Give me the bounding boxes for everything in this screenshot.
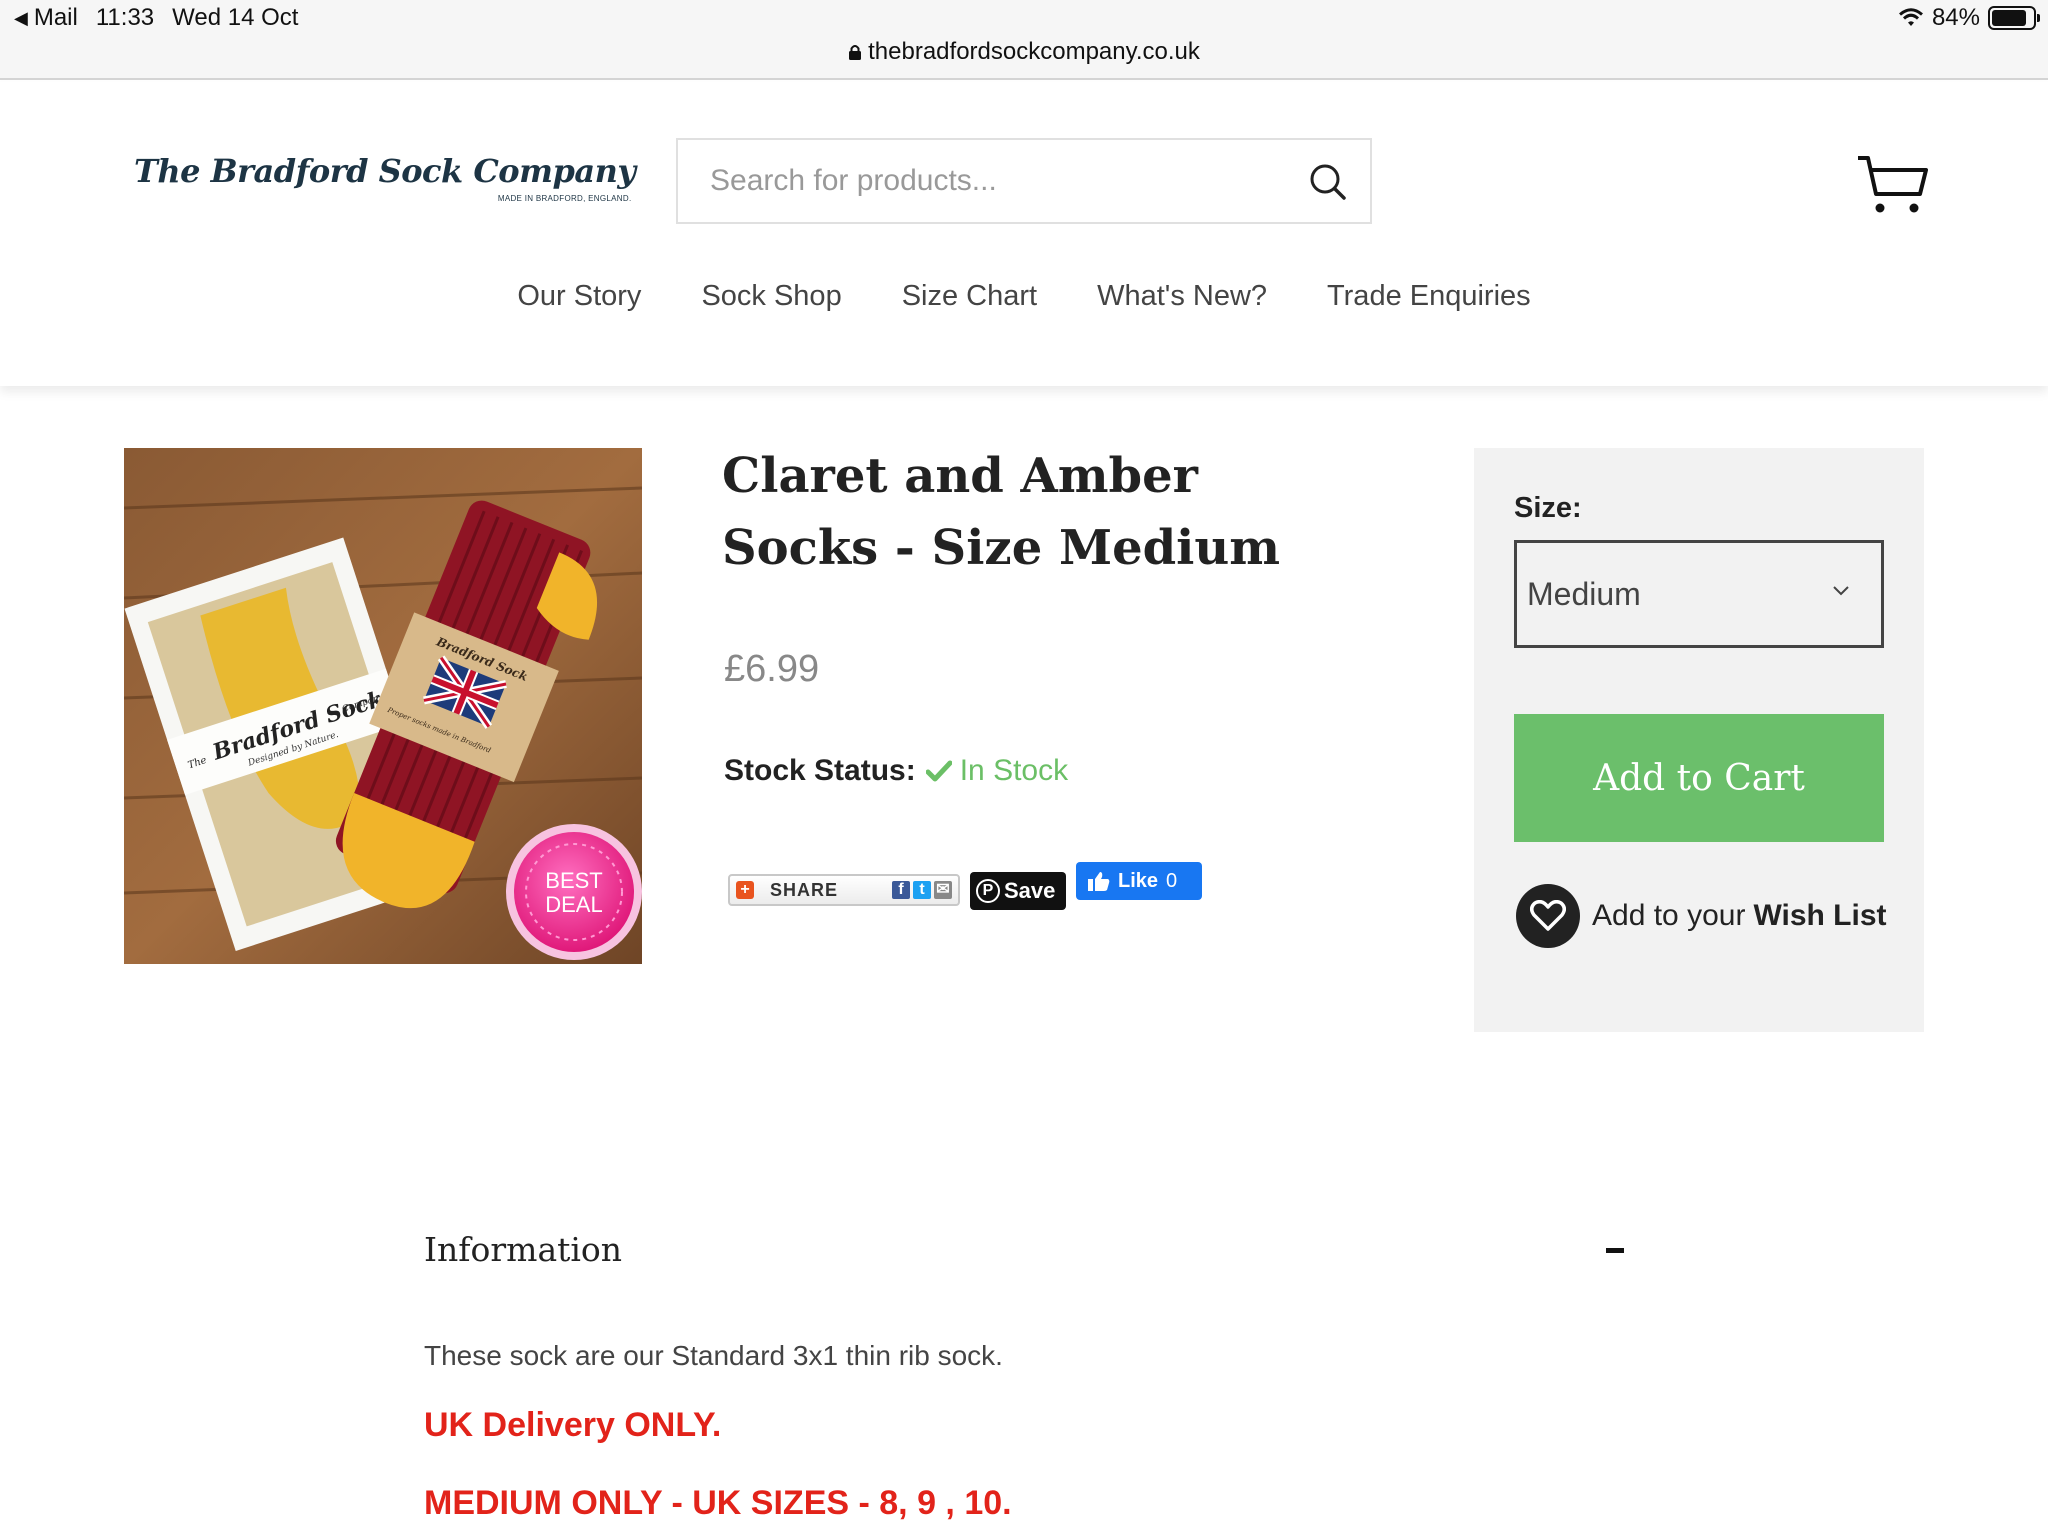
product-description: These sock are our Standard 3x1 thin rib…	[424, 1340, 1003, 1371]
pinterest-save-button[interactable]: P Save	[970, 872, 1066, 910]
nav-trade-enquiries[interactable]: Trade Enquiries	[1327, 280, 1531, 313]
nav-whats-new[interactable]: What's New?	[1097, 280, 1267, 313]
back-app-label[interactable]: Mail	[34, 4, 78, 32]
share-button[interactable]: + SHARE f t ✉	[728, 874, 960, 906]
status-date: Wed 14 Oct	[172, 4, 299, 31]
share-label: SHARE	[770, 879, 839, 900]
size-label: Size:	[1514, 492, 1582, 524]
addthis-plus-icon: +	[736, 881, 754, 899]
nav-size-chart[interactable]: Size Chart	[902, 280, 1037, 313]
size-notice: MEDIUM ONLY - UK SIZES - 8, 9 , 10.	[424, 1484, 1012, 1522]
status-right: 84%	[1898, 4, 2040, 32]
logo-tagline: MADE IN BRADFORD, ENGLAND.	[497, 194, 632, 203]
logo-text[interactable]: The Bradford Sock Company	[134, 152, 636, 190]
wishlist-link[interactable]: Add to your Wish List	[1516, 884, 1887, 948]
stock-value: In Stock	[959, 754, 1069, 787]
site-logo[interactable]: The Bradford Sock Company MADE IN BRADFO…	[134, 152, 636, 203]
like-label: Like	[1118, 869, 1159, 892]
heart-icon[interactable]	[1516, 884, 1580, 948]
information-heading[interactable]: Information	[424, 1230, 622, 1269]
lock-icon	[849, 45, 862, 60]
size-selected-value[interactable]: Medium	[1527, 576, 1641, 613]
product-image[interactable]: Bradford Sock The Company Designed by Na…	[124, 448, 642, 964]
nav-sock-shop[interactable]: Sock Shop	[701, 280, 841, 313]
address-bar[interactable]: thebradfordsockcompany.co.uk	[0, 38, 2048, 66]
product-price: £6.99	[724, 648, 820, 690]
badge-line2: DEAL	[545, 892, 602, 917]
thumbs-up-icon	[1088, 872, 1110, 891]
battery-icon	[1988, 6, 2040, 30]
like-count: 0	[1166, 869, 1178, 892]
ios-status-bar: ◀ Mail 11:33 Wed 14 Oct 84% thebradfords…	[0, 0, 2048, 80]
site-header: The Bradford Sock Company MADE IN BRADFO…	[0, 82, 2048, 386]
search-input[interactable]	[678, 140, 1370, 222]
share-mini-icons: f t ✉	[892, 881, 952, 899]
pinterest-icon: P	[976, 879, 1000, 903]
purchase-panel: Size: Medium Add to Cart Add to your Wis…	[1474, 448, 1924, 1032]
stock-status: Stock Status: In Stock	[724, 754, 1068, 788]
battery-percent: 84%	[1931, 4, 1980, 31]
main-nav: Our Story Sock Shop Size Chart What's Ne…	[0, 280, 2048, 313]
wish-bold[interactable]: Wish List	[1753, 899, 1886, 933]
badge-line1: BEST	[545, 868, 602, 893]
twitter-icon: t	[913, 881, 931, 899]
status-left: ◀ Mail 11:33 Wed 14 Oct	[14, 4, 298, 32]
wish-prefix[interactable]: Add to your	[1592, 899, 1745, 933]
status-time: 11:33	[95, 4, 155, 31]
search-box	[676, 138, 1372, 224]
size-select[interactable]: Medium	[1514, 540, 1884, 648]
check-icon	[925, 760, 952, 782]
url-text[interactable]: thebradfordsockcompany.co.uk	[868, 38, 1200, 65]
wifi-icon	[1898, 8, 1923, 26]
search-icon[interactable]	[1308, 162, 1348, 202]
pin-label: Save	[1004, 878, 1056, 903]
delivery-notice: UK Delivery ONLY.	[424, 1406, 722, 1444]
add-to-cart-button[interactable]: Add to Cart	[1514, 714, 1884, 842]
product-title: Claret and Amber Socks - Size Medium	[722, 448, 1281, 576]
cart-icon[interactable]	[1856, 154, 1928, 216]
email-icon: ✉	[934, 881, 952, 899]
facebook-icon: f	[892, 881, 910, 899]
facebook-like-button[interactable]: Like 0	[1076, 862, 1202, 900]
back-arrow-icon[interactable]: ◀	[14, 8, 28, 29]
collapse-toggle-icon[interactable]	[1606, 1248, 1624, 1253]
chevron-down-icon[interactable]	[1831, 583, 1851, 597]
nav-our-story[interactable]: Our Story	[517, 280, 641, 313]
stock-label: Stock Status:	[724, 754, 916, 787]
